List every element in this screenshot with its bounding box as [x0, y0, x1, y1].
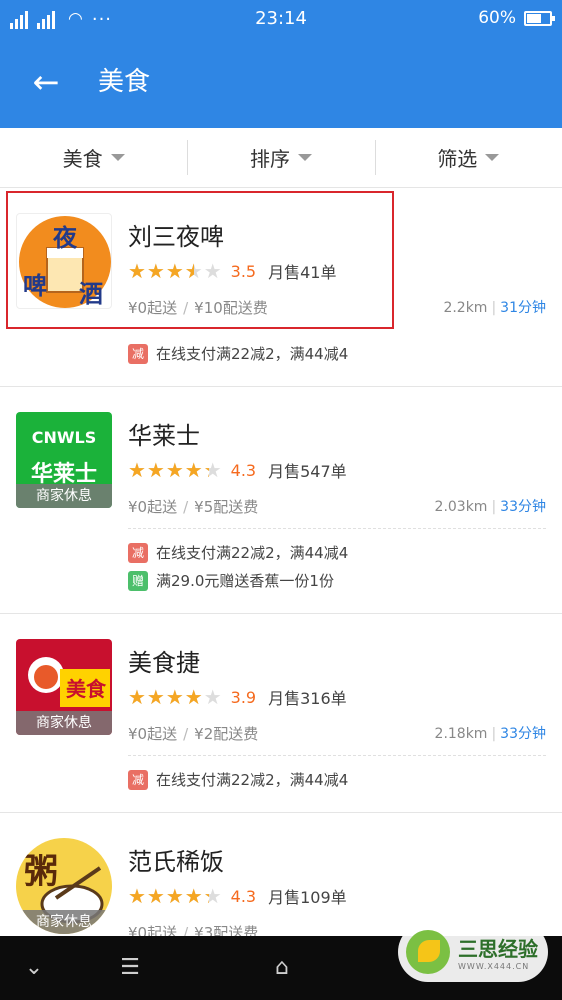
logo-text: 美食 — [66, 677, 106, 701]
resting-badge: 商家休息 — [16, 910, 112, 934]
distance: 2.2km — [443, 300, 488, 316]
watermark-url: WWW.X444.CN — [458, 962, 530, 971]
promo-row: 赠满29.0元赠送香蕉一份1份 — [128, 570, 334, 591]
star-rating: ★★★★★★★★★★ — [128, 884, 223, 908]
shop-rating: ★★★★★★★★★★ 3.9 月售316单 — [128, 685, 347, 709]
promo-text: 在线支付满22减2，满44减4 — [156, 345, 349, 363]
shop-item[interactable]: CNWLS 华莱士 商家休息 华莱士 ★★★★★★★★★★ 4.3 月售547单… — [0, 388, 562, 614]
shop-item[interactable]: 美食 商家休息 美食捷 ★★★★★★★★★★ 3.9 月售316单 ¥0起送/¥… — [0, 615, 562, 813]
caret-down-icon — [110, 154, 125, 161]
distance-time: 2.2km | 31分钟 — [443, 300, 546, 316]
shop-item[interactable]: 夜 啤 酒 刘三夜啤 ★★★★★★★★★★ 3.5 月售41单 ¥0起送/¥10… — [0, 189, 562, 387]
chevron-down-icon[interactable]: ⌄ — [14, 950, 54, 986]
status-bar: ◠ ··· 23:14 60% — [0, 0, 562, 38]
fees: ¥0起送 / ¥2配送费 — [128, 725, 259, 743]
divider — [128, 755, 546, 756]
rating-score: 4.3 — [230, 886, 257, 906]
monthly-sales: 月售547单 — [268, 462, 347, 481]
star-rating: ★★★★★★★★★★ — [128, 458, 223, 482]
promo-text: 满29.0元赠送香蕉一份1份 — [156, 572, 334, 590]
promo-row: 减在线支付满22减2，满44减4 — [128, 542, 348, 563]
min-order: ¥0起送 — [128, 498, 178, 516]
delivery-fee: ¥2配送费 — [194, 725, 259, 743]
battery-percent: 60% — [478, 8, 516, 28]
fees: ¥0起送 / ¥5配送费 — [128, 498, 259, 516]
promo-text: 在线支付满22减2，满44减4 — [156, 544, 349, 562]
shop-rating: ★★★★★★★★★★ 4.3 月售109单 — [128, 884, 347, 908]
promo-row: 减在线支付满22减2，满44减4 — [128, 343, 348, 364]
discount-tag: 减 — [128, 542, 148, 563]
home-icon[interactable]: ⌂ — [262, 950, 302, 986]
min-order: ¥0起送 — [128, 725, 178, 743]
watermark-logo-icon — [406, 930, 450, 974]
highlight-box — [6, 191, 394, 329]
resting-badge: 商家休息 — [16, 484, 112, 508]
resting-badge: 商家休息 — [16, 711, 112, 735]
monthly-sales: 月售316单 — [268, 689, 347, 708]
rating-score: 4.3 — [230, 460, 257, 480]
discount-tag: 减 — [128, 769, 148, 790]
shop-logo: CNWLS 华莱士 商家休息 — [16, 412, 112, 508]
page-title: 美食 — [98, 67, 151, 97]
promo-row: 减在线支付满22减2，满44减4 — [128, 769, 348, 790]
gift-tag: 赠 — [128, 570, 148, 591]
shop-logo: 粥 商家休息 — [16, 838, 112, 934]
shop-rating: ★★★★★★★★★★ 4.3 月售547单 — [128, 458, 347, 482]
rating-score: 3.9 — [230, 687, 257, 707]
divider — [128, 528, 546, 529]
distance: 2.03km — [434, 499, 488, 515]
filter-category[interactable]: 美食 — [0, 128, 187, 187]
discount-tag: 减 — [128, 343, 148, 364]
delivery-time: 31分钟 — [500, 300, 546, 316]
logo-brand-text: CNWLS — [31, 428, 97, 447]
shop-name: 美食捷 — [128, 649, 200, 677]
delivery-time: 33分钟 — [500, 726, 546, 742]
system-nav-bar: ⌄ ☰ ⌂ 三思经验 WWW.X444.CN — [0, 922, 562, 1000]
watermark-title: 三思经验 — [458, 937, 538, 961]
shop-logo: 美食 商家休息 — [16, 639, 112, 735]
delivery-time: 33分钟 — [500, 499, 546, 515]
distance-time: 2.03km | 33分钟 — [434, 499, 546, 515]
battery-icon — [524, 11, 555, 26]
promo-text: 在线支付满22减2，满44减4 — [156, 771, 349, 789]
watermark: 三思经验 WWW.X444.CN — [398, 922, 548, 982]
star-rating: ★★★★★★★★★★ — [128, 685, 223, 709]
caret-down-icon — [297, 154, 312, 161]
caret-down-icon — [485, 154, 500, 161]
logo-text: 粥 — [24, 852, 58, 892]
arrow-left-icon[interactable]: ← — [28, 64, 64, 100]
shop-name: 华莱士 — [128, 422, 200, 450]
distance-time: 2.18km | 33分钟 — [434, 726, 546, 742]
distance: 2.18km — [434, 726, 488, 742]
filter-bar: 美食 排序 筛选 — [0, 128, 562, 188]
app-bar: ← 美食 — [0, 38, 562, 128]
filter-sort[interactable]: 排序 — [187, 128, 374, 187]
menu-icon[interactable]: ☰ — [110, 950, 150, 986]
delivery-fee: ¥5配送费 — [194, 498, 259, 516]
monthly-sales: 月售109单 — [268, 888, 347, 907]
filter-filter[interactable]: 筛选 — [374, 128, 562, 187]
shop-name: 范氏稀饭 — [128, 848, 224, 876]
